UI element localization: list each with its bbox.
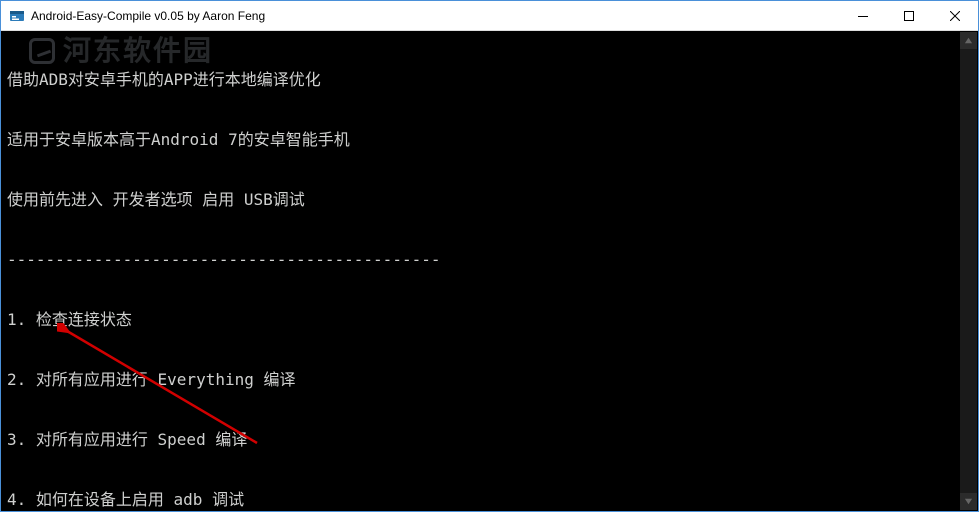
terminal-divider: ----------------------------------------… [7,245,972,275]
terminal-line: 适用于安卓版本高于Android 7的安卓智能手机 [7,125,972,155]
maximize-button[interactable] [886,1,932,30]
scroll-up-button[interactable] [960,32,977,49]
app-icon [9,8,25,24]
menu-option-3: 3. 对所有应用进行 Speed 编译 [7,425,972,455]
terminal-line: 使用前先进入 开发者选项 启用 USB调试 [7,185,972,215]
window-controls [840,1,978,30]
window-title: Android-Easy-Compile v0.05 by Aaron Feng [31,9,265,23]
scroll-down-button[interactable] [960,493,977,510]
vertical-scrollbar[interactable] [960,32,977,510]
menu-option-1: 1. 检查连接状态 [7,305,972,335]
menu-option-2: 2. 对所有应用进行 Everything 编译 [7,365,972,395]
titlebar[interactable]: Android-Easy-Compile v0.05 by Aaron Feng [1,1,978,31]
minimize-button[interactable] [840,1,886,30]
menu-option-4: 4. 如何在设备上启用 adb 调试 [7,485,972,511]
terminal-area[interactable]: 借助ADB对安卓手机的APP进行本地编译优化 适用于安卓版本高于Android … [1,31,978,511]
terminal-line: 借助ADB对安卓手机的APP进行本地编译优化 [7,65,972,95]
app-window: Android-Easy-Compile v0.05 by Aaron Feng… [0,0,979,512]
close-button[interactable] [932,1,978,30]
